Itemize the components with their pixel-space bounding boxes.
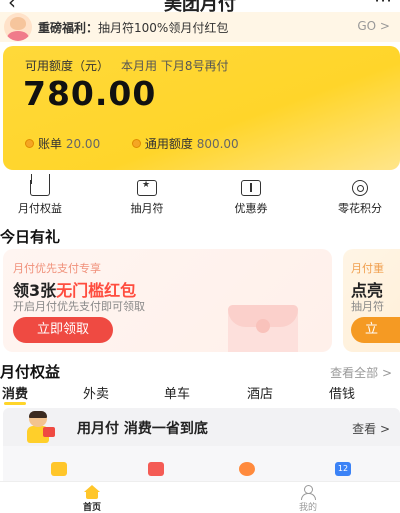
home-icon [83, 485, 101, 499]
promo-card-red-packet[interactable]: 月付优先支付专享 领3张无门槛红包 开启月付优先支付即可领取 立即领取 [3, 249, 332, 352]
promo-action-button[interactable]: 立 [351, 317, 400, 343]
notice-go-link[interactable]: GO > [357, 19, 390, 33]
title-bar: ‹ 美团月付 ⋯ [0, 0, 400, 12]
shortcut-coupons[interactable]: 优惠券 [211, 180, 291, 216]
shortcut-row: 月付权益 抽月符 优惠券 零花积分 [0, 174, 400, 216]
bag-icon[interactable] [148, 462, 164, 476]
today-gift-title: 今日有礼 [0, 228, 61, 246]
credit-label-row: 可用额度（元） 本月用 下月8号再付 [25, 57, 228, 74]
credit-detail-row: 账单 20.00 通用额度 800.00 [25, 135, 239, 152]
benefit-view-link[interactable]: 查看 > [352, 420, 390, 437]
promo-description: 抽月符 [351, 300, 384, 313]
promo-card-charm[interactable]: 月付重 点亮 抽月符 立 [343, 249, 400, 352]
user-icon [301, 485, 316, 500]
nav-mine-label: 我的 [298, 503, 317, 513]
bill-coin-icon [25, 139, 34, 148]
benefit-banner-text: 用月付 消费一省到底 [77, 421, 208, 437]
red-envelope-icon [228, 305, 298, 352]
repay-note: 本月用 下月8号再付 [121, 59, 229, 73]
shortcut-points[interactable]: 零花积分 [320, 180, 400, 216]
tab-takeout[interactable]: 外卖 [83, 383, 109, 402]
gift-icon[interactable] [51, 462, 67, 476]
total-limit-value: 800.00 [196, 137, 239, 151]
benefit-tabs: 消费 外卖 单车 酒店 借钱 [0, 383, 400, 405]
avatar [4, 13, 32, 41]
benefits-title: 月付权益 [0, 363, 61, 381]
promo-tag: 月付优先支付专享 [13, 262, 101, 275]
notice-banner[interactable]: 重磅福利：抽月符100%领月付红包 GO > [0, 12, 400, 42]
more-icon[interactable]: ⋯ [374, 0, 392, 11]
tab-loan[interactable]: 借钱 [329, 383, 355, 402]
bill-label[interactable]: 账单 [38, 137, 62, 151]
shortcut-draw-charm[interactable]: 抽月符 [107, 180, 187, 216]
benefit-banner[interactable]: 用月付 消费一省到底 查看 > [3, 408, 400, 446]
mascot-icon [25, 411, 55, 443]
coin-icon [352, 180, 368, 196]
shortcut-label: 优惠券 [234, 202, 268, 215]
promo-tag: 月付重 [351, 262, 384, 275]
shortcut-label: 抽月符 [130, 202, 164, 215]
shortcut-label: 零花积分 [338, 202, 382, 215]
available-limit-label: 可用额度（元） [25, 59, 110, 73]
tab-bike[interactable]: 单车 [164, 383, 190, 402]
nav-mine[interactable]: 我的 [278, 485, 338, 513]
total-limit-label[interactable]: 通用额度 [145, 137, 193, 151]
tab-consume[interactable]: 消费 [2, 383, 28, 405]
nav-home-label: 首页 [82, 503, 101, 513]
tab-hotel[interactable]: 酒店 [247, 383, 273, 402]
bill-value: 20.00 [65, 137, 101, 151]
notice-prefix: 重磅福利： [38, 21, 99, 35]
food-icon[interactable] [239, 462, 255, 476]
calendar-icon[interactable]: 12 [335, 462, 351, 476]
claim-now-button[interactable]: 立即领取 [13, 317, 113, 343]
shortcut-benefits[interactable]: 月付权益 [0, 174, 80, 216]
crown-icon [30, 174, 50, 196]
notice-message: 抽月符100%领月付红包 [98, 21, 229, 35]
see-all-link[interactable]: 查看全部 > [330, 364, 392, 381]
limit-coin-icon [131, 139, 141, 148]
page-title: 美团月付 [164, 0, 236, 12]
available-amount: 780.00 [23, 74, 157, 113]
gift-box-icon [137, 180, 157, 196]
nav-home[interactable]: 首页 [62, 485, 122, 513]
shortcut-label: 月付权益 [18, 202, 62, 215]
credit-card[interactable]: 可用额度（元） 本月用 下月8号再付 780.00 账单 20.00 通用额度 8… [3, 46, 400, 170]
ticket-icon [241, 180, 261, 196]
bottom-nav: 首页 我的 [0, 481, 400, 513]
promo-description: 开启月付优先支付即可领取 [13, 300, 145, 313]
notice-text: 重磅福利：抽月符100%领月付红包 [38, 19, 228, 36]
benefit-panel: 12 [3, 446, 400, 481]
